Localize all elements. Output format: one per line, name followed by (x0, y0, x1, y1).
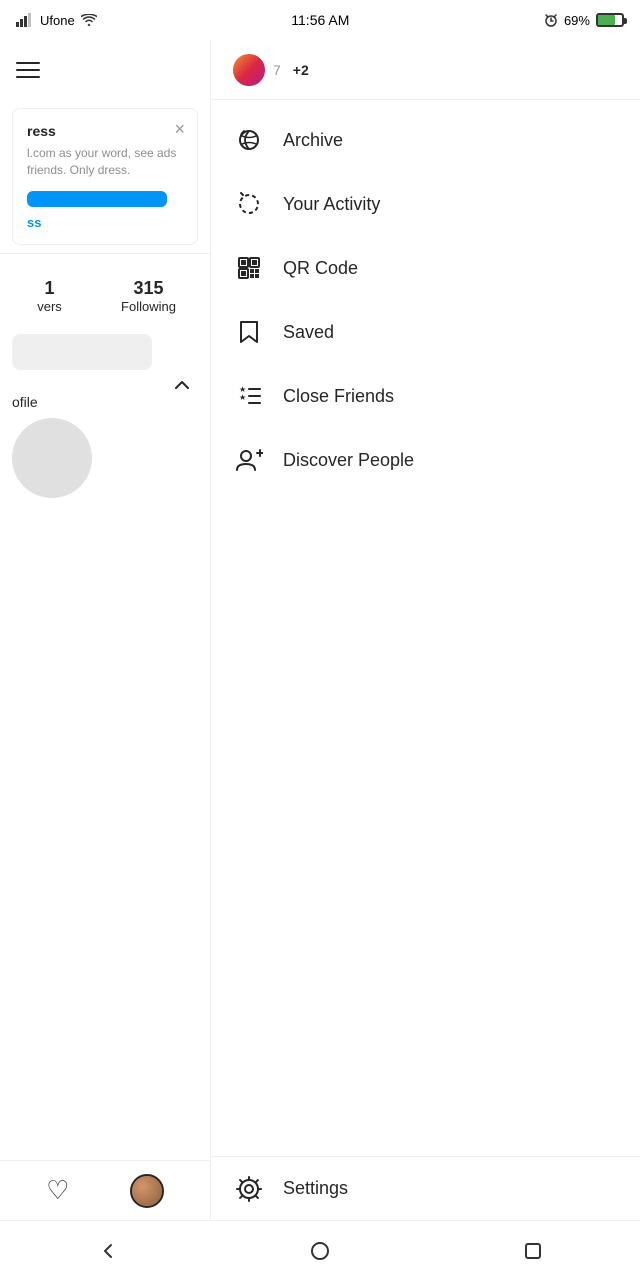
activity-icon (235, 190, 263, 218)
carrier-name: Ufone (40, 13, 75, 28)
close-friends-icon: ★ ★ (235, 382, 263, 410)
status-time: 11:56 AM (291, 12, 349, 28)
notif-link[interactable]: ss (27, 215, 185, 230)
saved-icon (235, 318, 263, 346)
following-stat[interactable]: 315 Following (99, 278, 198, 314)
archive-icon (235, 126, 263, 154)
story-bubble-1[interactable] (231, 52, 267, 88)
left-panel: × ress l.com as your word, see ads frien… (0, 40, 210, 1220)
qr-code-menu-item[interactable]: QR Code (211, 236, 640, 300)
main-layout: × ress l.com as your word, see ads frien… (0, 40, 640, 1220)
archive-label: Archive (283, 130, 343, 151)
story-bubbles: 7 (231, 52, 281, 88)
stats-row: 1 vers 315 Following (0, 262, 210, 322)
story-number: 7 (273, 62, 281, 78)
archive-menu-item[interactable]: Archive (211, 108, 640, 172)
qr-code-label: QR Code (283, 258, 358, 279)
battery-percent: 69% (564, 13, 590, 28)
discover-people-label: Discover People (283, 450, 414, 471)
bottom-nav: ♡ (0, 1160, 210, 1220)
discover-people-menu-item[interactable]: Discover People (211, 428, 640, 492)
hamburger-menu-button[interactable] (16, 62, 40, 78)
activity-nav-button[interactable]: ♡ (46, 1175, 69, 1206)
left-header (0, 40, 210, 100)
battery-icon (596, 13, 624, 27)
notif-title: ress (27, 123, 185, 139)
your-activity-menu-item[interactable]: Your Activity (211, 172, 640, 236)
right-dropdown-panel: 7 +2 Archive (210, 40, 640, 1220)
back-button[interactable] (92, 1236, 122, 1266)
discover-people-icon (235, 446, 263, 474)
profile-section: ofile (0, 322, 210, 514)
status-bar: Ufone 11:56 AM 69% (0, 0, 640, 40)
followers-stat: 1 vers (0, 278, 99, 314)
recents-button[interactable] (518, 1236, 548, 1266)
collapse-button[interactable] (12, 380, 198, 390)
home-button[interactable] (305, 1236, 335, 1266)
settings-icon (235, 1175, 263, 1203)
saved-menu-item[interactable]: Saved (211, 300, 640, 364)
settings-label: Settings (283, 1178, 348, 1199)
notif-action-button[interactable] (27, 191, 167, 207)
divider-1 (0, 253, 210, 254)
following-count: 315 (99, 278, 198, 299)
dropdown-header: 7 +2 (211, 40, 640, 100)
dropdown-menu: Archive Your Activity (211, 100, 640, 1156)
system-nav-bar (0, 1220, 640, 1280)
close-notification-button[interactable]: × (174, 119, 185, 140)
status-left: Ufone (16, 13, 97, 28)
close-friends-label: Close Friends (283, 386, 394, 407)
close-friends-menu-item[interactable]: ★ ★ Close Friends (211, 364, 640, 428)
story-count: +2 (293, 62, 309, 78)
signal-bars-icon (16, 13, 34, 27)
profile-nav-button[interactable] (130, 1174, 164, 1208)
wifi-icon (81, 14, 97, 26)
profile-search-bar (12, 334, 198, 370)
following-label: Following (99, 299, 198, 314)
notification-card: × ress l.com as your word, see ads frien… (12, 108, 198, 245)
profile-avatar[interactable] (12, 418, 92, 498)
alarm-icon (544, 13, 558, 27)
followers-label: vers (0, 299, 99, 314)
your-activity-label: Your Activity (283, 194, 380, 215)
notif-body: l.com as your word, see ads friends. Onl… (27, 145, 185, 179)
profile-label: ofile (12, 394, 198, 410)
qr-icon (235, 254, 263, 282)
status-right: 69% (544, 13, 624, 28)
svg-text:★: ★ (239, 393, 246, 402)
followers-count: 1 (0, 278, 99, 299)
saved-label: Saved (283, 322, 334, 343)
settings-menu-item[interactable]: Settings (211, 1156, 640, 1220)
